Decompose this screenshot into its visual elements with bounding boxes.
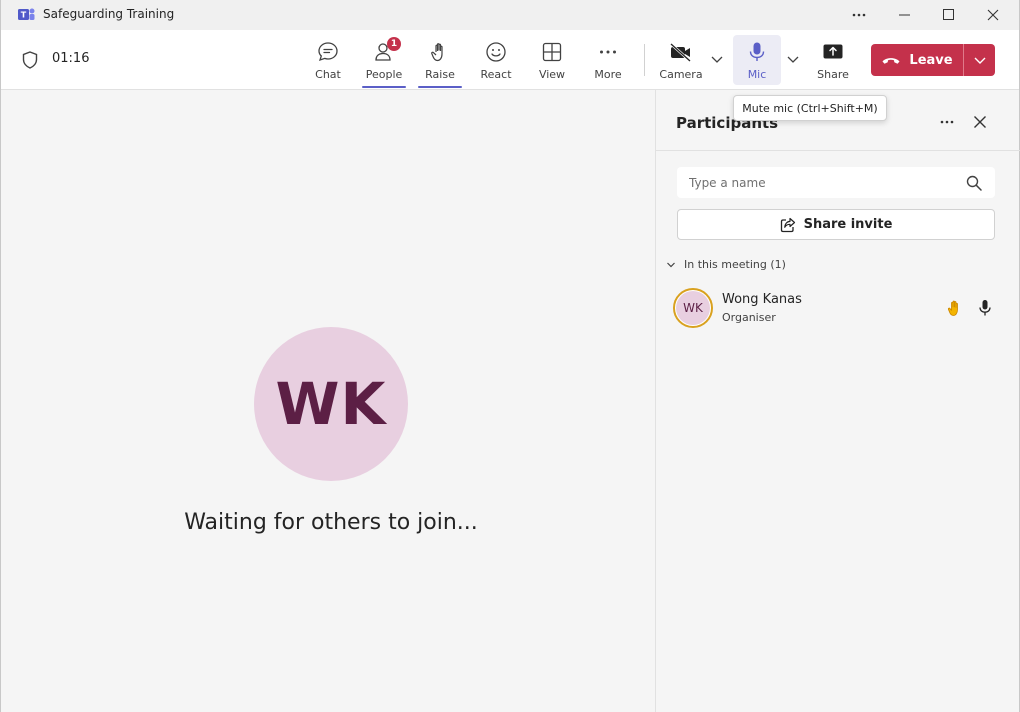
meeting-toolbar: 01:16 Chat 1 People Raise React View Mor… xyxy=(1,30,1019,90)
panel-divider xyxy=(656,150,1020,151)
maximize-icon xyxy=(943,9,954,20)
microphone-icon[interactable] xyxy=(978,299,992,317)
raise-hand-button[interactable]: Raise xyxy=(415,34,465,88)
panel-close-button[interactable] xyxy=(970,112,990,132)
raised-hand-icon xyxy=(947,300,958,316)
participant-role: Organiser xyxy=(722,311,776,324)
chat-label: Chat xyxy=(315,68,341,81)
maximize-button[interactable] xyxy=(929,0,969,30)
more-actions-button[interactable]: More xyxy=(583,34,633,86)
more-horizontal-icon xyxy=(596,40,620,64)
minimize-icon xyxy=(899,14,910,16)
leave-options-button[interactable] xyxy=(964,44,995,76)
close-icon xyxy=(987,9,999,21)
chat-button[interactable]: Chat xyxy=(303,34,353,86)
more-label: More xyxy=(594,68,622,81)
participants-panel: Participants Share invite In this meetin… xyxy=(655,90,1020,712)
microphone-icon xyxy=(745,40,769,64)
share-screen-icon xyxy=(821,40,845,64)
shield-icon xyxy=(22,51,38,69)
teams-logo-icon: T xyxy=(18,8,35,20)
leave-button[interactable]: Leave xyxy=(871,44,963,76)
mic-button[interactable]: Mic xyxy=(732,34,782,86)
participant-initials: WK xyxy=(676,291,710,325)
chevron-down-icon xyxy=(974,57,985,64)
smiley-icon xyxy=(484,40,508,64)
people-button[interactable]: 1 People xyxy=(359,34,409,88)
search-icon[interactable] xyxy=(966,175,982,191)
mic-label: Mic xyxy=(747,68,767,81)
chevron-down-icon xyxy=(667,262,675,267)
close-window-button[interactable] xyxy=(973,0,1013,30)
raise-hand-icon xyxy=(428,40,452,64)
people-label: People xyxy=(365,68,403,81)
teams-meeting-window: T Safeguarding Training 01:16 Chat 1 Peo… xyxy=(0,0,1020,712)
window-more-button[interactable] xyxy=(839,0,879,30)
share-button[interactable]: Share xyxy=(808,34,858,86)
share-invite-button[interactable]: Share invite xyxy=(677,209,995,240)
people-count-badge: 1 xyxy=(387,37,401,51)
svg-text:T: T xyxy=(21,11,27,20)
chat-icon xyxy=(316,40,340,64)
raise-label: Raise xyxy=(425,68,455,81)
close-icon xyxy=(974,116,986,128)
large-avatar: WK xyxy=(254,327,408,481)
waiting-message: Waiting for others to join... xyxy=(184,510,478,535)
section-label: In this meeting (1) xyxy=(684,258,786,271)
camera-options-chevron-icon[interactable] xyxy=(710,52,724,66)
participant-row[interactable]: WK Wong Kanas Organiser xyxy=(656,280,1020,336)
window-title: Safeguarding Training xyxy=(43,7,175,21)
view-label: View xyxy=(538,68,566,81)
share-invite-label: Share invite xyxy=(803,217,893,232)
meeting-timer: 01:16 xyxy=(52,51,90,66)
participant-avatar: WK xyxy=(673,288,713,328)
react-button[interactable]: React xyxy=(471,34,521,86)
camera-label: Camera xyxy=(659,68,703,81)
mic-options-chevron-icon[interactable] xyxy=(786,52,800,66)
react-label: React xyxy=(480,68,512,81)
leave-button-group: Leave xyxy=(871,44,995,76)
hang-up-icon xyxy=(882,58,900,64)
minimize-button[interactable] xyxy=(885,0,925,30)
in-meeting-section-header[interactable]: In this meeting (1) xyxy=(666,258,786,271)
mic-tooltip: Mute mic (Ctrl+Shift+M) xyxy=(733,95,887,121)
participant-name: Wong Kanas xyxy=(722,292,802,307)
participant-search xyxy=(677,167,995,198)
camera-button[interactable]: Camera xyxy=(656,34,706,86)
camera-off-icon xyxy=(669,40,693,64)
share-label: Share xyxy=(817,68,849,81)
more-horizontal-icon xyxy=(852,13,866,17)
panel-more-button[interactable] xyxy=(937,112,957,132)
view-button[interactable]: View xyxy=(527,34,577,86)
leave-label: Leave xyxy=(909,52,953,68)
grid-view-icon xyxy=(540,40,564,64)
more-horizontal-icon xyxy=(940,120,954,124)
participant-search-input[interactable] xyxy=(677,167,957,198)
share-invite-icon xyxy=(780,217,795,232)
toolbar-divider xyxy=(644,44,645,76)
meeting-stage: WK Waiting for others to join... xyxy=(7,90,655,712)
title-bar: T Safeguarding Training xyxy=(1,0,1019,30)
